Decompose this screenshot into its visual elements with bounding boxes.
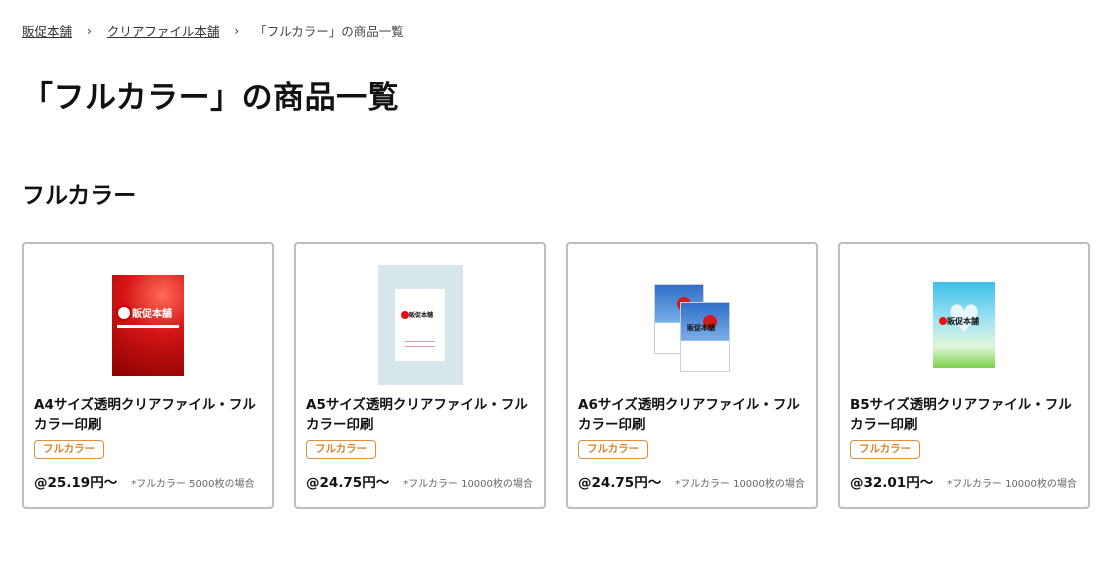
product-price: @24.75円〜 xyxy=(578,475,662,491)
product-name[interactable]: B5サイズ透明クリアファイル・フルカラー印刷 xyxy=(850,395,1080,435)
section-title: フルカラー xyxy=(22,183,137,209)
thumbnail-logo: 販促本舗 xyxy=(409,312,434,319)
price-row: @25.19円〜 *フルカラー 5000枚の場合 xyxy=(34,471,255,491)
price-note: *フルカラー 10000枚の場合 xyxy=(947,479,1077,490)
product-card[interactable]: 販促本舗 A6サイズ透明クリアファイル・フルカラー印刷 フルカラー @24.75… xyxy=(566,242,818,509)
price-note: *フルカラー 10000枚の場合 xyxy=(403,479,533,490)
product-price: @24.75円〜 xyxy=(306,475,390,491)
price-row: @32.01円〜 *フルカラー 10000枚の場合 xyxy=(850,471,1077,491)
color-tag-badge: フルカラー xyxy=(306,440,377,459)
product-image[interactable]: 販促本舗 xyxy=(568,264,816,386)
color-tag-badge: フルカラー xyxy=(578,440,649,459)
price-row: @24.75円〜 *フルカラー 10000枚の場合 xyxy=(578,471,805,491)
product-thumbnail: 販促本舗 xyxy=(112,274,184,376)
product-name[interactable]: A6サイズ透明クリアファイル・フルカラー印刷 xyxy=(578,395,808,435)
product-image[interactable]: 販促本舗 xyxy=(296,264,544,386)
product-thumbnail: 販促本舗 xyxy=(377,265,463,385)
color-tag-badge: フルカラー xyxy=(850,440,921,459)
chevron-right-icon: › xyxy=(234,23,240,38)
thumbnail-logo: 販促本舗 xyxy=(947,317,979,326)
product-card[interactable]: 販促本舗 A5サイズ透明クリアファイル・フルカラー印刷 フルカラー @24.75… xyxy=(294,242,546,509)
product-card[interactable]: 販促本舗 A4サイズ透明クリアファイル・フルカラー印刷 フルカラー @25.19… xyxy=(22,242,274,509)
price-row: @24.75円〜 *フルカラー 10000枚の場合 xyxy=(306,471,533,491)
thumbnail-logo: 販促本舗 xyxy=(132,308,172,320)
product-grid: 販促本舗 A4サイズ透明クリアファイル・フルカラー印刷 フルカラー @25.19… xyxy=(22,242,1090,509)
product-thumbnail: ♥ 販促本舗 xyxy=(933,282,995,368)
price-note: *フルカラー 10000枚の場合 xyxy=(675,479,805,490)
breadcrumb-link-home[interactable]: 販促本舗 xyxy=(22,21,72,40)
breadcrumb: 販促本舗 › クリアファイル本舗 › 「フルカラー」の商品一覧 xyxy=(22,21,404,40)
breadcrumb-link-clearfile[interactable]: クリアファイル本舗 xyxy=(107,21,220,40)
product-card[interactable]: ♥ 販促本舗 B5サイズ透明クリアファイル・フルカラー印刷 フルカラー @32.… xyxy=(838,242,1090,509)
product-image[interactable]: 販促本舗 xyxy=(24,264,272,386)
breadcrumb-current: 「フルカラー」の商品一覧 xyxy=(254,24,404,39)
product-price: @32.01円〜 xyxy=(850,475,934,491)
product-price: @25.19円〜 xyxy=(34,475,118,491)
product-thumbnail: 販促本舗 xyxy=(642,274,742,376)
product-image[interactable]: ♥ 販促本舗 xyxy=(840,264,1088,386)
color-tag-badge: フルカラー xyxy=(34,440,105,459)
price-note: *フルカラー 5000枚の場合 xyxy=(131,479,255,490)
chevron-right-icon: › xyxy=(87,23,92,38)
product-name[interactable]: A4サイズ透明クリアファイル・フルカラー印刷 xyxy=(34,395,264,435)
thumbnail-logo: 販促本舗 xyxy=(687,324,715,332)
product-name[interactable]: A5サイズ透明クリアファイル・フルカラー印刷 xyxy=(306,395,536,435)
page-title: 「フルカラー」の商品一覧 xyxy=(22,80,400,116)
